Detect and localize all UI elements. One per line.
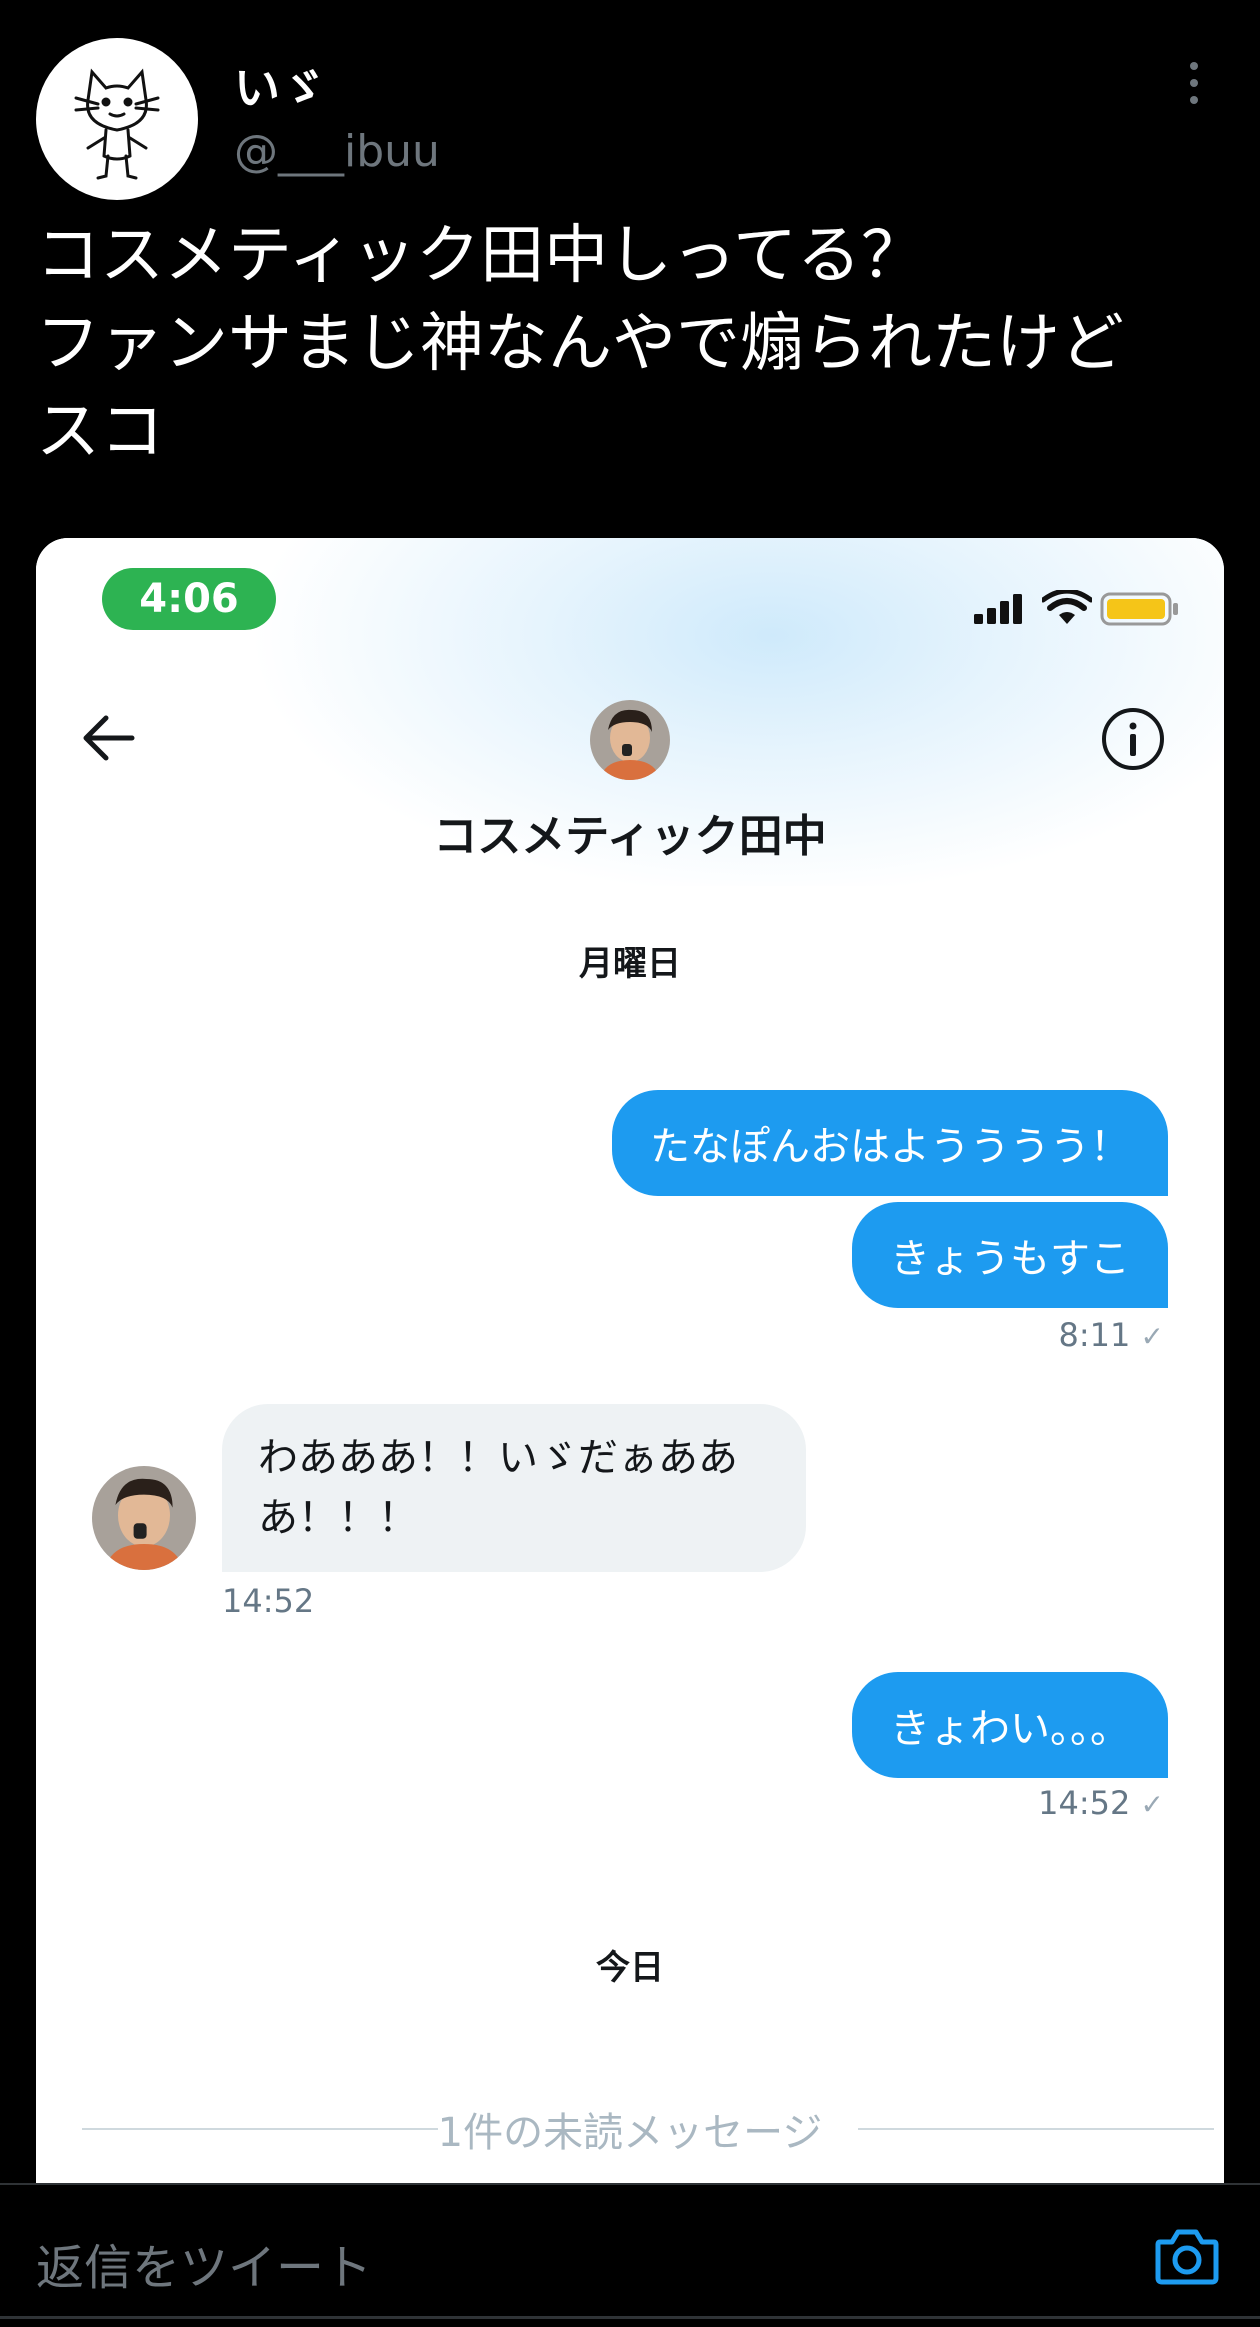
wifi-icon [1042,590,1092,624]
message-timestamp: 14:52 [222,1582,315,1620]
back-arrow-icon[interactable] [78,710,138,766]
author-name[interactable]: いゞ [234,52,326,118]
attached-screenshot[interactable]: 4:06 コスメティック田中 月曜日 たなぽんおはようううう！ きょうもすこ 8… [36,538,1224,2183]
contact-avatar[interactable] [590,700,670,780]
day-label-today: 今日 [596,1948,664,1988]
message-timestamp: 8:11 ✓ [1058,1316,1165,1354]
sender-avatar[interactable] [92,1466,196,1570]
message-timestamp: 14:52 ✓ [1038,1784,1164,1822]
status-time: 4:06 [102,568,276,630]
more-vertical-icon[interactable] [1184,62,1204,110]
message-bubble-outgoing[interactable]: きょうもすこ [852,1202,1168,1308]
unread-divider-line [858,2128,1214,2130]
message-bubble-incoming[interactable]: わあああ！！いゞだぁああ あ！！！ [222,1404,806,1572]
day-label-monday: 月曜日 [579,944,681,984]
camera-icon[interactable] [1154,2226,1220,2286]
message-text: たなぽんおはようううう！ [612,1090,1168,1196]
message-text-line: あ！！！ [258,1495,418,1541]
message-bubble-outgoing[interactable]: たなぽんおはようううう！ [612,1090,1168,1196]
message-text: きょうもすこ [852,1202,1168,1308]
author-avatar[interactable] [36,38,198,200]
reply-input[interactable]: 返信をツイート [36,2228,372,2298]
tweet-text: コスメティック田中しってる？ ファンサまじ神なんやで煽られたけど スコ [36,219,1124,469]
battery-icon [1100,592,1178,626]
signal-icon [974,594,1022,624]
contact-name: コスメティック田中 [433,811,827,862]
divider [0,2183,1260,2185]
message-bubble-outgoing[interactable]: きょわい。。。 [852,1672,1168,1778]
author-handle[interactable]: @___ibuu [234,126,440,177]
message-text-line: わあああ！！いゞだぁああ [258,1435,738,1481]
read-check-icon: ✓ [1140,1788,1164,1821]
message-text: きょわい。。。 [852,1672,1168,1778]
bottom-rule [0,2316,1260,2319]
read-check-icon: ✓ [1140,1320,1164,1353]
info-icon[interactable] [1100,706,1166,772]
